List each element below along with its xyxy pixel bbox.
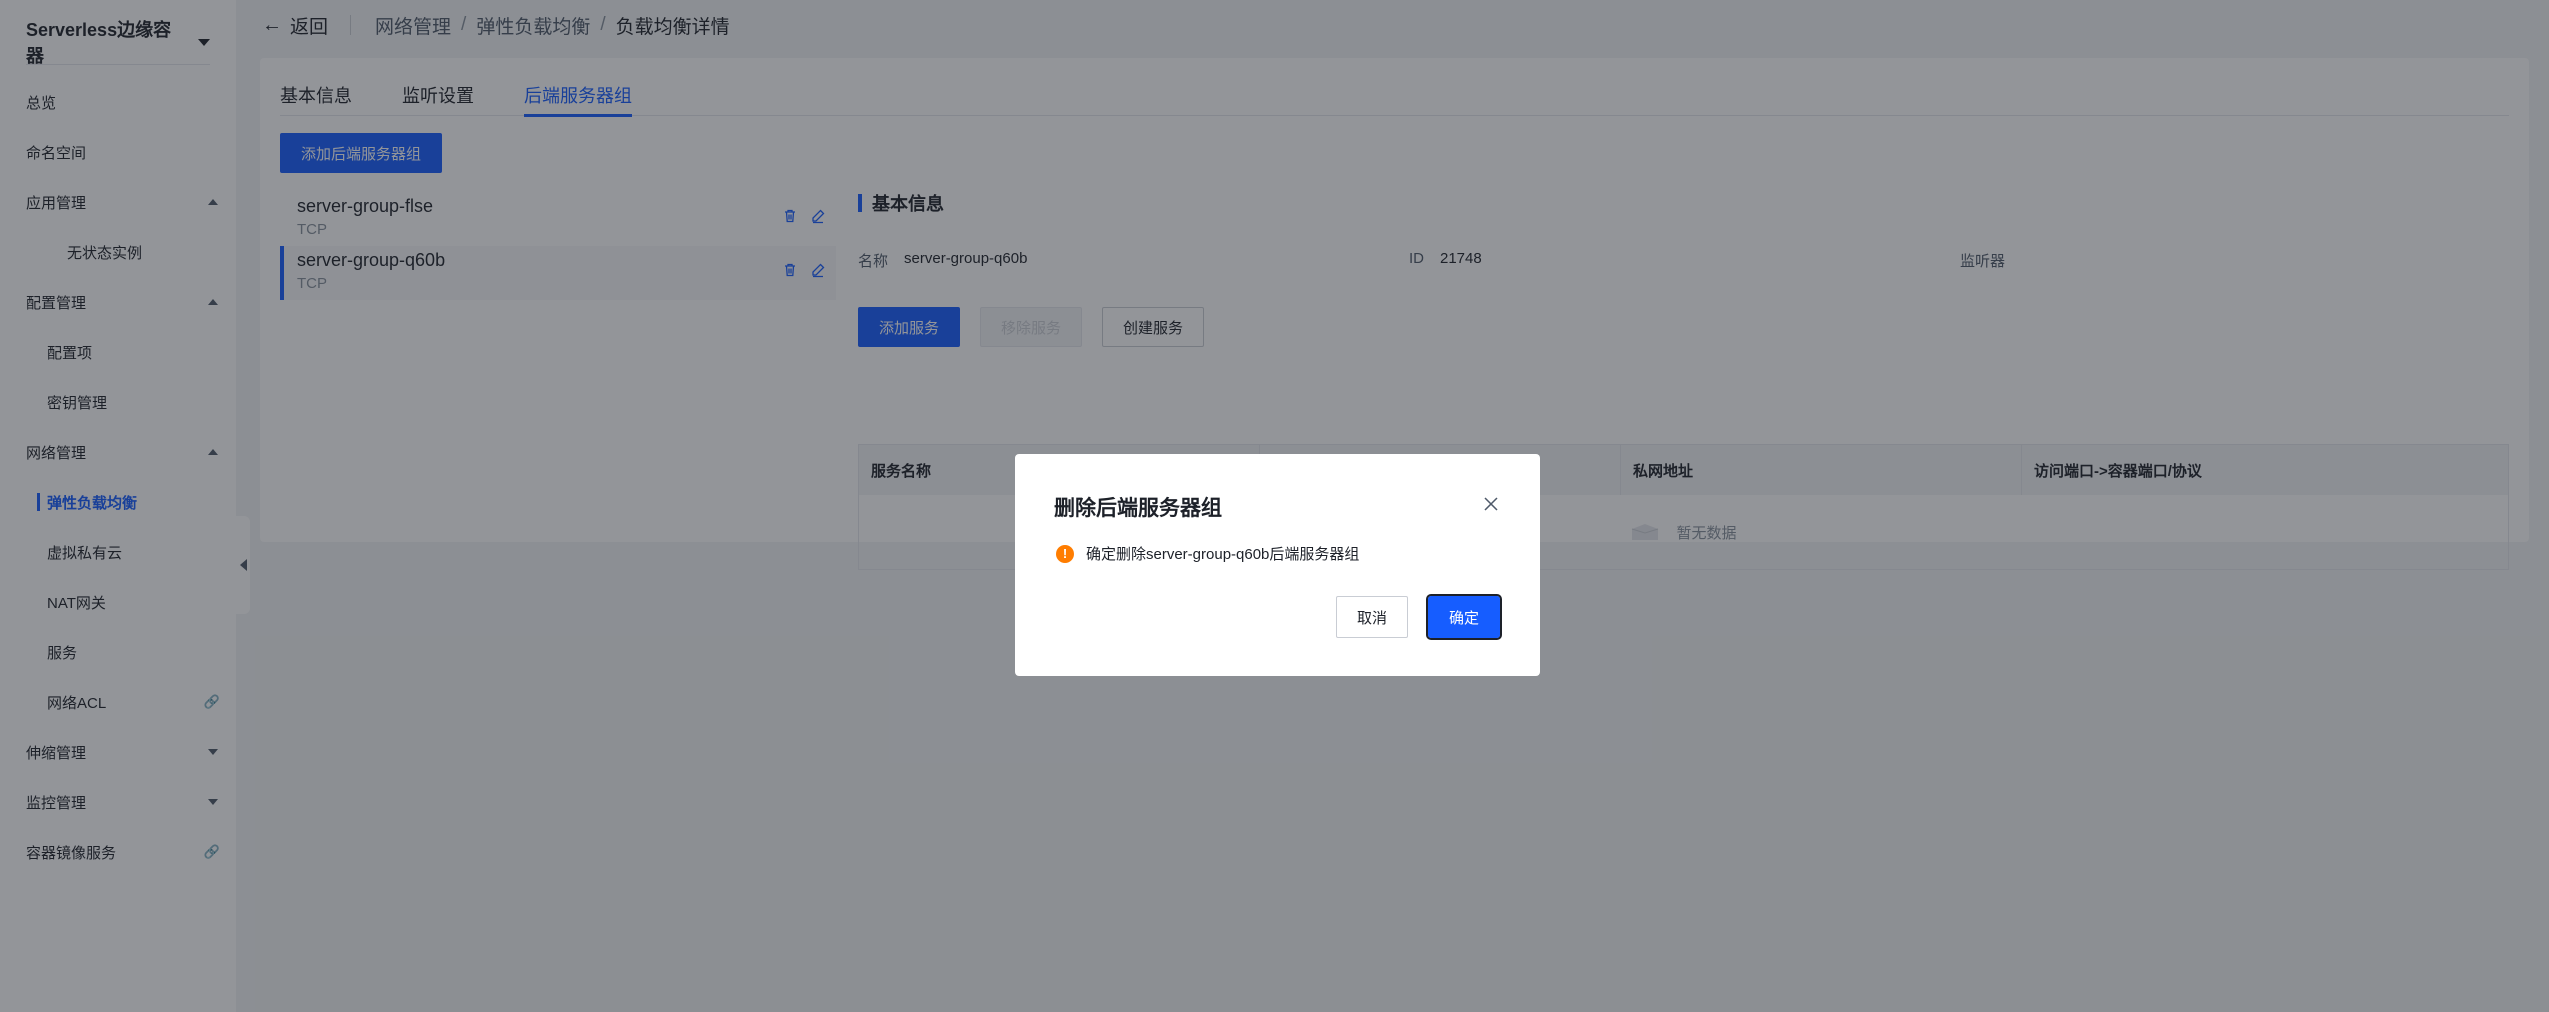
warning-icon: ! [1056, 544, 1074, 563]
close-icon[interactable] [1482, 495, 1500, 513]
dialog-message: 确定删除server-group-q60b后端服务器组 [1086, 546, 1360, 563]
dialog-body: ! 确定删除server-group-q60b后端服务器组 [1056, 543, 1359, 564]
delete-group-dialog: 删除后端服务器组 ! 确定删除server-group-q60b后端服务器组 取… [1015, 454, 1540, 676]
dialog-footer: 取消 确定 [1336, 594, 1502, 640]
cancel-button[interactable]: 取消 [1336, 596, 1408, 638]
dialog-title: 删除后端服务器组 [1054, 497, 1222, 520]
confirm-button[interactable]: 确定 [1426, 594, 1502, 640]
